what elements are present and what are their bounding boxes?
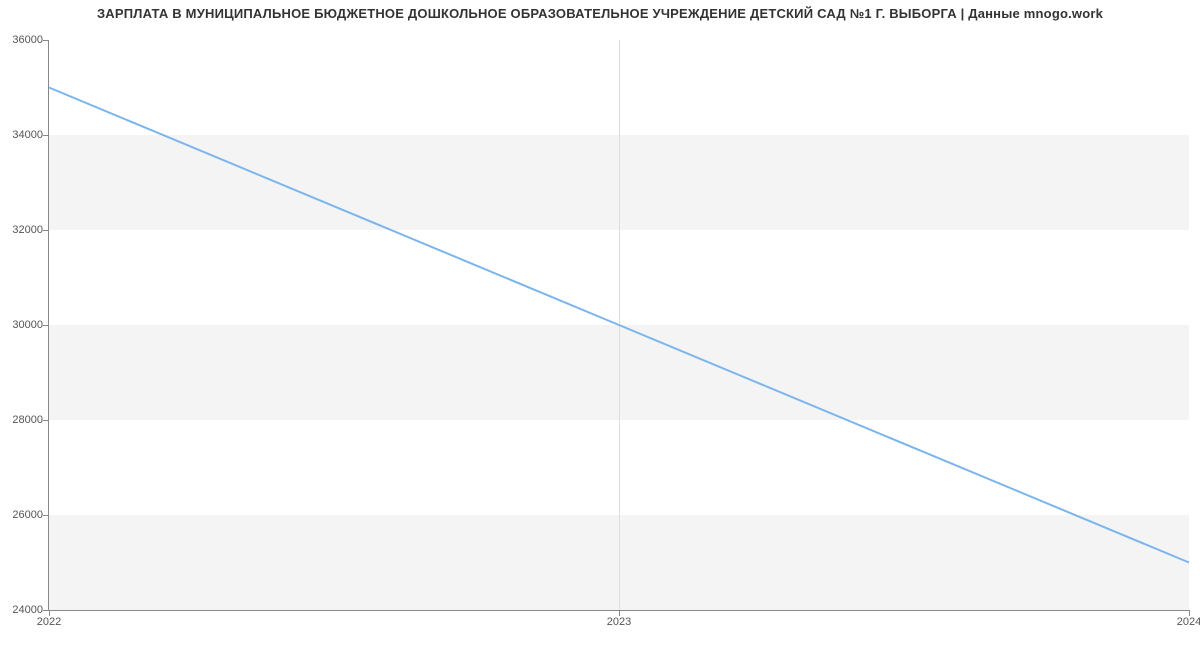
y-tick-label: 36000 (12, 34, 49, 46)
y-tick-label: 28000 (12, 414, 49, 426)
series-line-salary (49, 88, 1189, 563)
plot-area: 24000 26000 28000 30000 32000 34000 3600… (48, 40, 1189, 611)
line-layer (49, 40, 1189, 610)
y-tick-label: 26000 (12, 509, 49, 521)
x-tick-label: 2022 (37, 610, 61, 628)
y-tick-label: 32000 (12, 224, 49, 236)
chart-title: ЗАРПЛАТА В МУНИЦИПАЛЬНОЕ БЮДЖЕТНОЕ ДОШКО… (0, 6, 1200, 21)
x-tick-label: 2024 (1177, 610, 1200, 628)
y-tick-label: 34000 (12, 129, 49, 141)
x-tick-label: 2023 (607, 610, 631, 628)
y-tick-label: 30000 (12, 319, 49, 331)
